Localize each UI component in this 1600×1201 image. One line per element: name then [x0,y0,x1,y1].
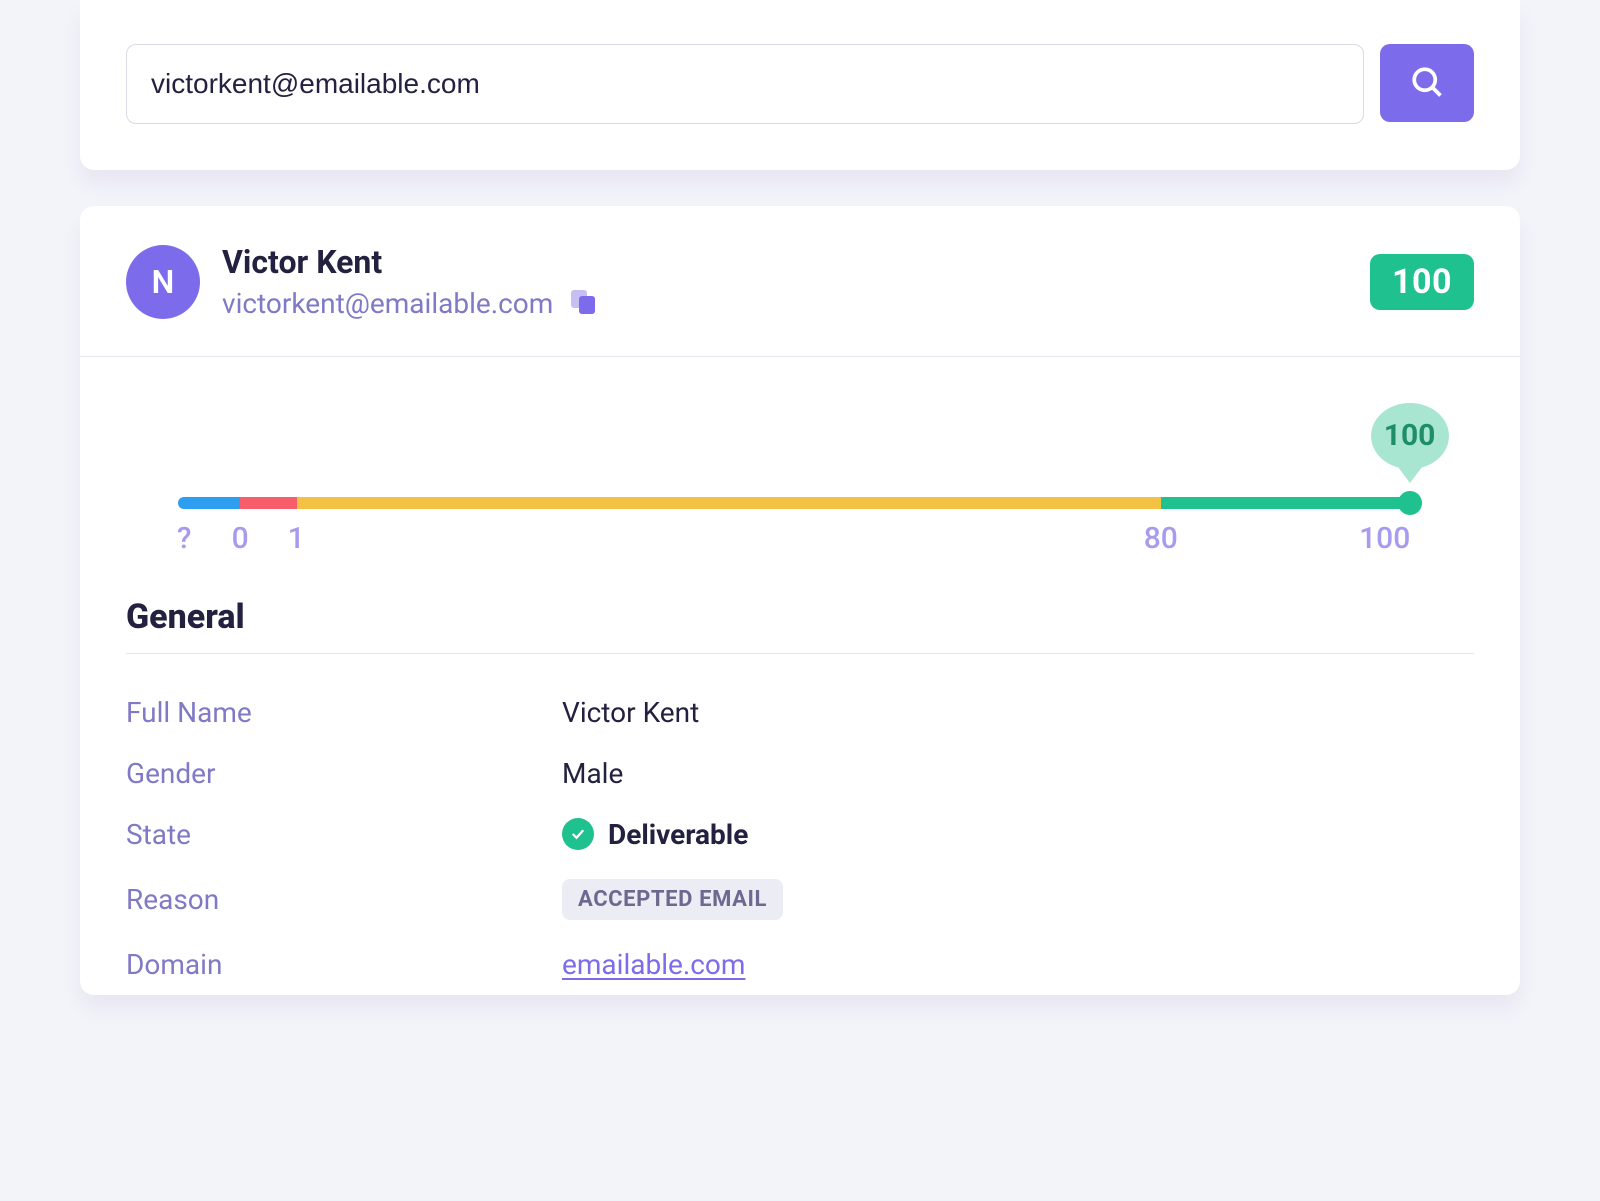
search-card [80,0,1520,170]
slider-marker [1398,491,1422,515]
check-circle-icon [562,818,594,850]
search-button[interactable] [1380,44,1474,122]
row-domain: Domain emailable.com [126,934,1474,995]
label-full-name: Full Name [126,696,562,729]
row-reason: Reason ACCEPTED EMAIL [126,865,1474,934]
copy-icon[interactable] [571,290,597,316]
email-search-input[interactable] [126,44,1364,124]
domain-link[interactable]: emailable.com [562,948,745,981]
row-state: State Deliverable [126,804,1474,865]
slider-tick: 1 [288,521,305,556]
label-state: State [126,818,562,851]
label-reason: Reason [126,883,562,916]
search-icon [1409,64,1445,103]
slider-tick: 0 [232,521,249,556]
value-state: Deliverable [608,818,748,851]
label-gender: Gender [126,757,562,790]
row-full-name: Full Name Victor Kent [126,682,1474,743]
section-title-general: General [126,597,1474,637]
value-full-name: Victor Kent [562,696,699,729]
label-domain: Domain [126,948,562,981]
row-gender: Gender Male [126,743,1474,804]
value-gender: Male [562,757,623,790]
slider-tick: ? [177,521,192,556]
person-email: victorkent@emailable.com [222,287,553,320]
score-badge: 100 [1370,254,1474,310]
slider-track [178,497,1422,509]
person-name: Victor Kent [222,244,597,281]
score-slider: 100 ?0180100 [178,403,1422,563]
slider-tick: 100 [1359,521,1410,556]
result-header: N Victor Kent victorkent@emailable.com 1… [80,206,1520,357]
avatar: N [126,245,200,319]
slider-tick: 80 [1144,521,1178,556]
score-bubble: 100 [1371,403,1449,469]
divider [126,653,1474,654]
reason-tag: ACCEPTED EMAIL [562,879,783,920]
result-card: N Victor Kent victorkent@emailable.com 1… [80,206,1520,995]
